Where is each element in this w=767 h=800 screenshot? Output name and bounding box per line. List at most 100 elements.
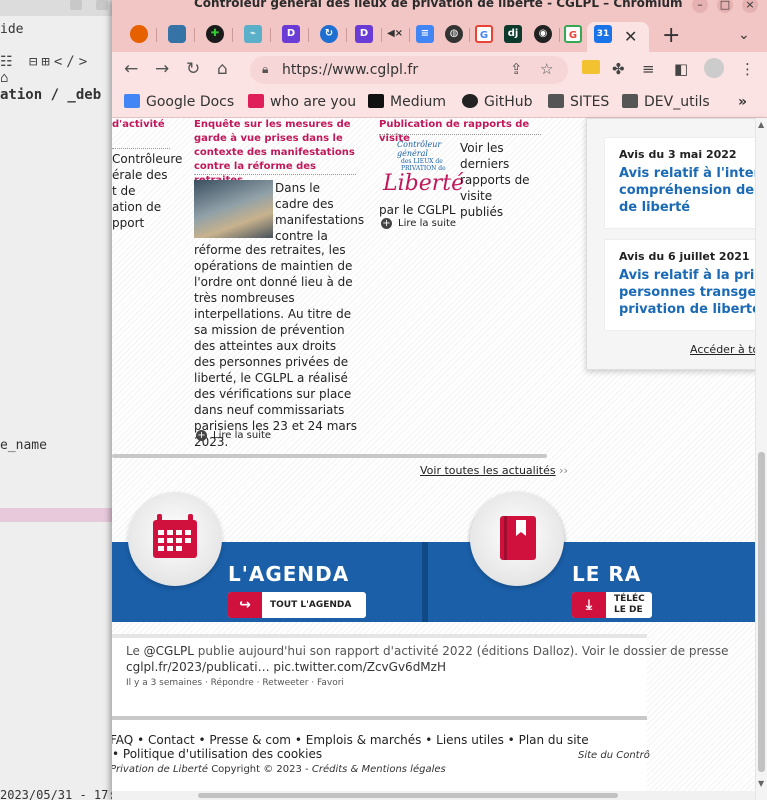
browser-toolbar: ← → ↻ ⌂ 🔒︎ https://www.cglpl.fr ⇪ ☆ ✤ ≡ … (112, 52, 767, 88)
mute-icon[interactable]: ◀× (386, 25, 404, 43)
horizontal-scrollbar[interactable] (112, 791, 755, 800)
footer-link-contact[interactable]: Contact (148, 733, 195, 747)
vertical-scroll-thumb[interactable] (758, 452, 765, 772)
footer-link-faq[interactable]: FAQ (112, 733, 133, 747)
plus-icon: + (196, 430, 207, 441)
editor-toolbar-icons[interactable]: ☷ ⊟⊞</> ⌂ (0, 54, 112, 86)
footer-link-liens[interactable]: Liens utiles (436, 733, 504, 747)
globe-icon[interactable]: ◍ (445, 25, 463, 43)
news-col3-text: par le CGLPL (379, 203, 456, 217)
address-bar[interactable]: 🔒︎ https://www.cglpl.fr ⇪ ☆ (250, 56, 568, 84)
scroll-up-arrow-icon[interactable]: ▲ (758, 120, 764, 129)
agenda-title: L'AGENDA (228, 562, 350, 586)
media-queue-icon[interactable]: ≡ (642, 60, 655, 78)
bookmark-medium[interactable]: Medium (368, 94, 446, 110)
lock-icon[interactable]: 🔒︎ (262, 62, 268, 77)
avis-card[interactable]: Avis du 6 juillet 2021 Avis relatif à la… (604, 239, 767, 331)
horizontal-scroll-thumb[interactable] (198, 793, 618, 798)
news-photo[interactable] (194, 180, 273, 238)
tweet-text: Le @CGLPL publie aujourd'hui son rapport… (126, 644, 729, 658)
tweet-links[interactable]: cglpl.fr/2023/publicati… pic.twitter.com… (126, 660, 446, 674)
close-window-button[interactable]: × (742, 0, 758, 13)
menu-kebab-icon[interactable]: ⋮ (740, 60, 755, 78)
agenda-circle[interactable] (128, 492, 222, 586)
github-icon (462, 94, 478, 108)
extension-icon[interactable] (582, 60, 600, 74)
home-button[interactable]: ⌂ (217, 59, 228, 79)
minimize-button[interactable]: – (692, 0, 708, 13)
bookmark-github[interactable]: GitHub (462, 94, 533, 110)
bookmarks-bar: Google Docs who are you Medium GitHub SI… (112, 88, 767, 118)
grid-icon[interactable]: ✚ (206, 25, 224, 43)
django-icon[interactable]: dj (504, 25, 522, 43)
download-report-button[interactable]: ⤓ TÉLÉC LE DE (572, 592, 652, 618)
github-icon[interactable]: ◉ (534, 25, 552, 43)
cglpl-logo[interactable]: Contrôleur général des LIEUX de PRIVATIO… (379, 140, 464, 198)
editor-window-button[interactable] (96, 0, 108, 10)
footer-link-presse[interactable]: Presse & com (209, 733, 291, 747)
calendar-icon[interactable]: 31 (594, 25, 612, 43)
news-heading-activity[interactable]: d'activité (112, 118, 165, 132)
divider (112, 148, 170, 149)
forward-button[interactable]: → (155, 59, 169, 79)
google-icon[interactable]: G (475, 25, 493, 43)
bird-icon[interactable]: ⌁ (244, 25, 262, 43)
vertical-scrollbar[interactable]: ▲ ▼ (755, 118, 767, 800)
new-tab-button[interactable]: + (662, 23, 680, 48)
footer-cookies-row: • Politique d'utilisation des cookies (112, 747, 323, 761)
scroll-down-arrow-icon[interactable]: ▼ (758, 779, 764, 788)
url-text[interactable]: https://www.cglpl.fr (282, 62, 418, 78)
bookmark-folder-sites[interactable]: SITES (548, 94, 609, 110)
side-panel-icon[interactable]: ◧ (674, 60, 688, 78)
editor-path-text: ation / _deb (0, 87, 102, 103)
footer-link-plan[interactable]: Plan du site (519, 733, 589, 747)
bookmarks-overflow-button[interactable]: » (738, 94, 747, 110)
editor-timestamp: 2023/05/31 - 17:24 (0, 788, 131, 800)
sync-icon[interactable]: ↻ (320, 25, 338, 43)
d-icon[interactable]: D (282, 25, 300, 43)
medium-icon (368, 94, 384, 108)
puzzle-icon[interactable]: ✤ (612, 60, 625, 78)
maximize-button[interactable]: □ (717, 0, 733, 13)
tab-close-icon[interactable]: ✕ (624, 27, 637, 46)
rapports-circle-front[interactable] (470, 492, 564, 586)
tweet-handle-link[interactable]: @CGLPL (144, 644, 194, 658)
back-button[interactable]: ← (124, 59, 138, 79)
editor-window-button[interactable] (70, 0, 82, 10)
share-icon[interactable]: ⇪ (510, 60, 523, 78)
avis-date: Avis du 3 mai 2022 (619, 148, 737, 161)
tab-search-chevron-icon[interactable]: ⌄ (738, 27, 750, 43)
tab-strip: ✚ ⌁ D ↻ D ◀× ≡ ◍ G dj ◉ G 31 ✕ + ⌄ (112, 18, 767, 52)
browser-titlebar: Contrôleur général des lieux de privatio… (112, 0, 767, 18)
docs-icon[interactable]: ≡ (416, 25, 434, 43)
read-more-link[interactable]: + Lire la suite (381, 218, 456, 229)
profile-avatar[interactable] (704, 58, 724, 78)
bookmark-google-docs[interactable]: Google Docs (124, 94, 234, 110)
all-agenda-button[interactable]: ↪ TOUT L'AGENDA (228, 592, 366, 618)
all-news-link[interactable]: Voir toutes les actualités ›› (420, 464, 568, 477)
footer-link-cookies[interactable]: Politique d'utilisation des cookies (123, 747, 322, 761)
news-carousel-scrollbar[interactable] (112, 454, 547, 458)
avis-card[interactable]: Avis du 3 mai 2022 Avis relatif à l'inte… (604, 137, 767, 229)
news-col2-text-wrap: Dans le cadre des manifestations contre … (275, 181, 365, 243)
calendar-icon (153, 514, 197, 558)
browser-window: Contrôleur général des lieux de privatio… (112, 0, 767, 800)
share-arrow-icon: ↪ (228, 592, 262, 618)
read-more-link[interactable]: + Lire la suite (196, 430, 271, 441)
footer-copyright: Privation de Liberté Copyright © 2023 - … (112, 764, 446, 775)
d-icon[interactable]: D (355, 25, 373, 43)
footer-link-emplois[interactable]: Emplois & marchés (306, 733, 422, 747)
bookmark-star-icon[interactable]: ☆ (540, 60, 553, 78)
bookmark-folder-dev-utils[interactable]: DEV_utils (622, 94, 710, 110)
firefox-icon[interactable] (130, 25, 148, 43)
google-icon[interactable]: G (564, 25, 582, 43)
credits-link[interactable]: Crédits & Mentions légales (312, 764, 446, 775)
rapports-title: LE RA (572, 562, 642, 586)
reload-button[interactable]: ↻ (186, 59, 200, 79)
tweet-meta[interactable]: Il y a 3 semaines · Répondre · Retweeter… (126, 678, 344, 688)
news-heading-garde-a-vue[interactable]: Enquête sur les mesures de garde à vue p… (194, 118, 358, 188)
bookmark-who-are-you[interactable]: who are you (248, 94, 356, 110)
python-icon[interactable] (168, 25, 186, 43)
avis-panel: Avis du 3 mai 2022 Avis relatif à l'inte… (586, 118, 767, 370)
slack-icon (248, 94, 264, 108)
